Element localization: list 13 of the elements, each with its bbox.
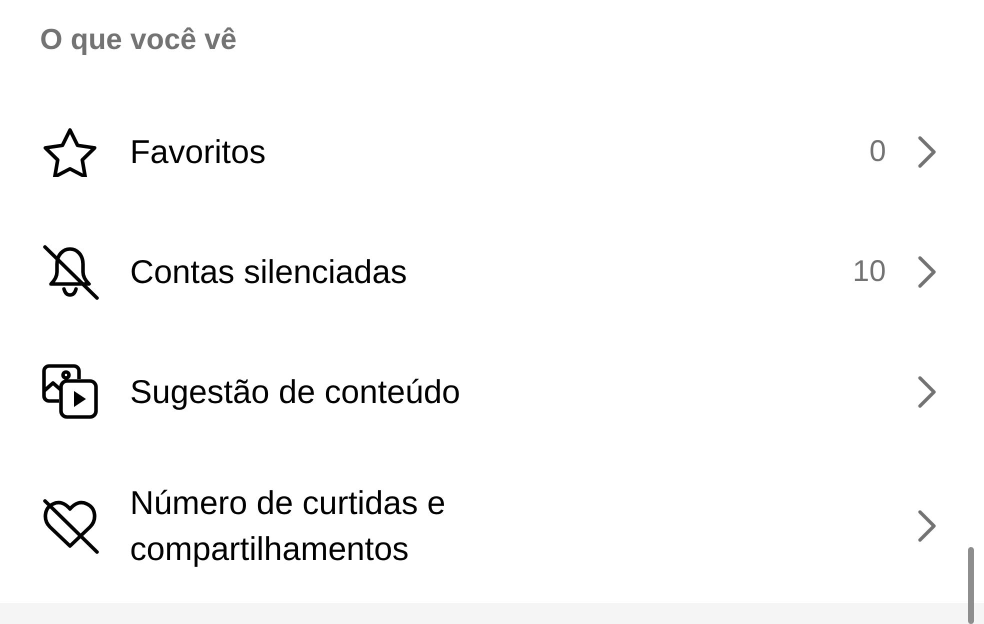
bell-slash-icon <box>41 244 99 300</box>
row-label[interactable]: Favoritos <box>130 129 266 175</box>
chevron-icon <box>916 255 938 289</box>
count: 0 <box>869 135 886 169</box>
row-label[interactable]: Contas silenciadas <box>130 249 407 295</box>
chevron-icon <box>916 135 938 169</box>
row-label[interactable]: Sugestão de conteúdo <box>130 369 460 415</box>
section-title: O que você vê <box>39 23 238 58</box>
row-label[interactable]: Número de curtidas e compartilhamentos <box>130 480 590 572</box>
chevron-icon <box>916 375 938 409</box>
count: 10 <box>852 255 886 289</box>
star-icon <box>41 127 99 177</box>
photo-video-icon <box>41 363 99 421</box>
